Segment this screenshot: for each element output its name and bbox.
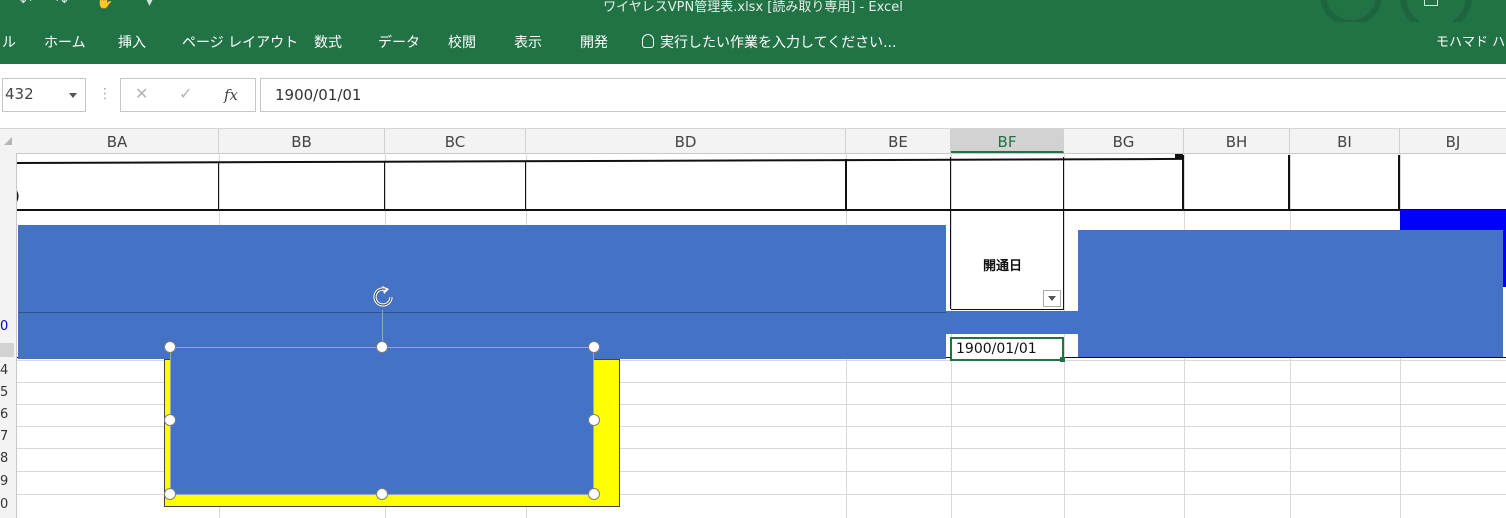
chevron-down-icon	[1048, 296, 1056, 301]
enter-icon[interactable]: ✓	[179, 84, 192, 103]
table-border	[1398, 155, 1400, 209]
resize-handle-bottom-right[interactable]	[588, 488, 600, 500]
tab-developer[interactable]: 開発	[580, 22, 608, 64]
tab-insert[interactable]: 挿入	[118, 22, 146, 64]
title-bar: ↶ ↷ ✋ ▾ ワイヤレスVPN管理表.xlsx [読み取り専用] - Exce…	[0, 0, 1506, 32]
table-border	[384, 161, 385, 209]
table-border	[1063, 157, 1064, 309]
column-header-bf[interactable]: BF	[951, 129, 1064, 153]
table-border	[1288, 155, 1290, 209]
filter-dropdown-button[interactable]	[1043, 290, 1061, 307]
row-header-label[interactable]: 0	[0, 497, 16, 512]
ribbon-display-options-icon[interactable]	[1424, 0, 1438, 6]
row-header-label[interactable]: 9	[0, 474, 16, 489]
tab-file[interactable]: ル	[2, 22, 16, 64]
column-header-bc[interactable]: BC	[385, 129, 526, 153]
row-header: 0 4 5 6 7 8 9 0	[0, 153, 17, 518]
resize-handle-left[interactable]	[164, 414, 176, 426]
tab-view[interactable]: 表示	[514, 22, 542, 64]
formula-input[interactable]: 1900/01/01	[260, 78, 1506, 112]
column-header-bg[interactable]: BG	[1064, 129, 1184, 153]
table-border	[218, 163, 219, 209]
table-border	[16, 157, 1182, 164]
select-all-icon	[4, 137, 12, 145]
active-cell-value: 1900/01/01	[956, 341, 1037, 357]
resize-handle-top-left[interactable]	[164, 341, 176, 353]
table-border	[525, 161, 526, 209]
table-border	[16, 209, 1506, 211]
column-header: BA BB BC BD BE BF BG BH BI BJ	[0, 129, 1506, 154]
ribbon-tab-bar: ル ホーム 挿入 ページ レイアウト 数式 データ 校閲 表示 開発 実行したい…	[0, 22, 1506, 64]
row-header-label[interactable]: 4	[0, 363, 16, 378]
column-header-ba[interactable]: BA	[16, 129, 219, 153]
shape-rectangle-bar[interactable]	[946, 311, 1082, 334]
fill-handle[interactable]	[1060, 357, 1065, 362]
formula-buttons: ✕ ✓ fx	[120, 78, 256, 112]
shape-rectangle-right[interactable]	[1078, 230, 1503, 357]
column-header-bh[interactable]: BH	[1184, 129, 1290, 153]
resize-handle-top[interactable]	[376, 341, 388, 353]
shape-outline	[18, 312, 946, 313]
resize-handle-right[interactable]	[588, 414, 600, 426]
column-header-bi[interactable]: BI	[1290, 129, 1400, 153]
row-header-label[interactable]: 6	[0, 407, 16, 422]
resize-handle-top-right[interactable]	[588, 341, 600, 353]
formula-bar: 432 ⋮ ✕ ✓ fx 1900/01/01	[0, 64, 1506, 129]
selection-outline	[170, 347, 594, 495]
tab-formulas[interactable]: 数式	[314, 22, 342, 64]
row-header-label[interactable]: 7	[0, 429, 16, 444]
select-all-button[interactable]	[0, 129, 16, 153]
drag-handle-icon[interactable]: ⋮	[98, 86, 112, 102]
resize-handle-bottom[interactable]	[376, 488, 388, 500]
name-box-value: 432	[5, 85, 34, 103]
tab-review[interactable]: 校閲	[448, 22, 476, 64]
column-header-bj[interactable]: BJ	[1400, 129, 1506, 153]
header-label-open-date[interactable]: 開通日	[983, 255, 1022, 274]
shape-rectangle-left[interactable]	[18, 225, 946, 359]
name-box[interactable]: 432	[2, 78, 86, 112]
tab-data[interactable]: データ	[378, 22, 420, 64]
table-border	[845, 159, 847, 209]
table-border	[951, 309, 1064, 310]
window-title: ワイヤレスVPN管理表.xlsx [読み取り専用] - Excel	[603, 0, 903, 15]
row-header-label[interactable]	[0, 343, 14, 357]
row-header-label[interactable]: 8	[0, 451, 16, 466]
gridline	[1064, 153, 1065, 518]
tell-me-text: 実行したい作業を入力してください...	[660, 35, 897, 51]
table-border	[1182, 155, 1184, 209]
table-border	[950, 157, 951, 309]
chevron-down-icon[interactable]	[69, 93, 77, 98]
resize-handle-bottom-left[interactable]	[164, 488, 176, 500]
row-header-label[interactable]: 0	[0, 319, 16, 334]
tell-me-box[interactable]: 実行したい作業を入力してください...	[642, 22, 897, 64]
user-name[interactable]: モハマド ハ	[1436, 22, 1505, 64]
insert-function-icon[interactable]: fx	[224, 86, 238, 104]
column-header-bb[interactable]: BB	[219, 129, 385, 153]
tab-page-layout[interactable]: ページ レイアウト	[182, 22, 298, 64]
row-header-label[interactable]: 5	[0, 385, 16, 400]
gridline	[951, 153, 952, 518]
cancel-icon[interactable]: ✕	[135, 84, 148, 103]
rotate-icon[interactable]	[369, 283, 397, 311]
tab-home[interactable]: ホーム	[44, 22, 86, 64]
lightbulb-icon	[642, 34, 654, 48]
column-header-be[interactable]: BE	[846, 129, 951, 153]
active-cell[interactable]: 1900/01/01	[950, 337, 1064, 361]
column-header-bd[interactable]: BD	[526, 129, 846, 153]
